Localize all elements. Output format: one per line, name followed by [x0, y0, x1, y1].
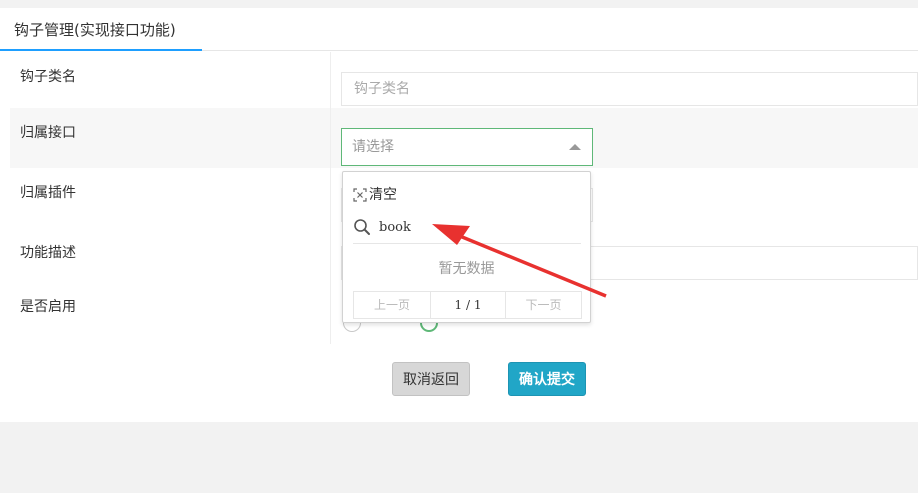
- label-cell: 是否启用: [10, 282, 331, 344]
- search-icon: [354, 219, 370, 235]
- label-cell: 钩子类名: [10, 52, 331, 108]
- page-indicator: 1 / 1: [431, 292, 506, 318]
- submit-button[interactable]: 确认提交: [508, 362, 586, 396]
- clear-option[interactable]: 清空: [353, 184, 397, 204]
- field-label: 功能描述: [20, 245, 76, 261]
- caret-up-icon: [569, 144, 581, 150]
- interface-select[interactable]: 请选择: [341, 128, 593, 166]
- tab-label: 钩子管理(实现接口功能): [14, 21, 176, 39]
- tab-active-underline: [0, 49, 202, 51]
- tab-hook-management[interactable]: 钩子管理(实现接口功能): [0, 8, 190, 50]
- cancel-button[interactable]: 取消返回: [392, 362, 470, 396]
- tab-bar: 钩子管理(实现接口功能): [0, 8, 918, 51]
- field-label: 钩子类名: [20, 69, 76, 85]
- search-row: [353, 213, 581, 244]
- pager: 上一页 1 / 1 下一页: [353, 291, 582, 319]
- field-label: 归属接口: [20, 125, 76, 141]
- label-cell: 归属插件: [10, 168, 331, 228]
- field-label: 归属插件: [20, 185, 76, 201]
- prev-page-button[interactable]: 上一页: [354, 292, 431, 318]
- next-page-button[interactable]: 下一页: [506, 292, 581, 318]
- label-cell: 归属接口: [10, 108, 331, 168]
- interface-dropdown: 清空 暂无数据 上一页 1 / 1 下一页: [342, 171, 591, 323]
- clear-icon: [353, 188, 367, 202]
- empty-message: 暂无数据: [438, 261, 495, 277]
- clear-label: 清空: [369, 187, 397, 203]
- select-placeholder: 请选择: [352, 139, 394, 155]
- hook-class-input[interactable]: 钩子类名: [341, 72, 918, 106]
- search-input[interactable]: [379, 217, 569, 237]
- field-label: 是否启用: [20, 299, 76, 315]
- top-strip: [0, 0, 918, 8]
- label-cell: 功能描述: [10, 228, 331, 282]
